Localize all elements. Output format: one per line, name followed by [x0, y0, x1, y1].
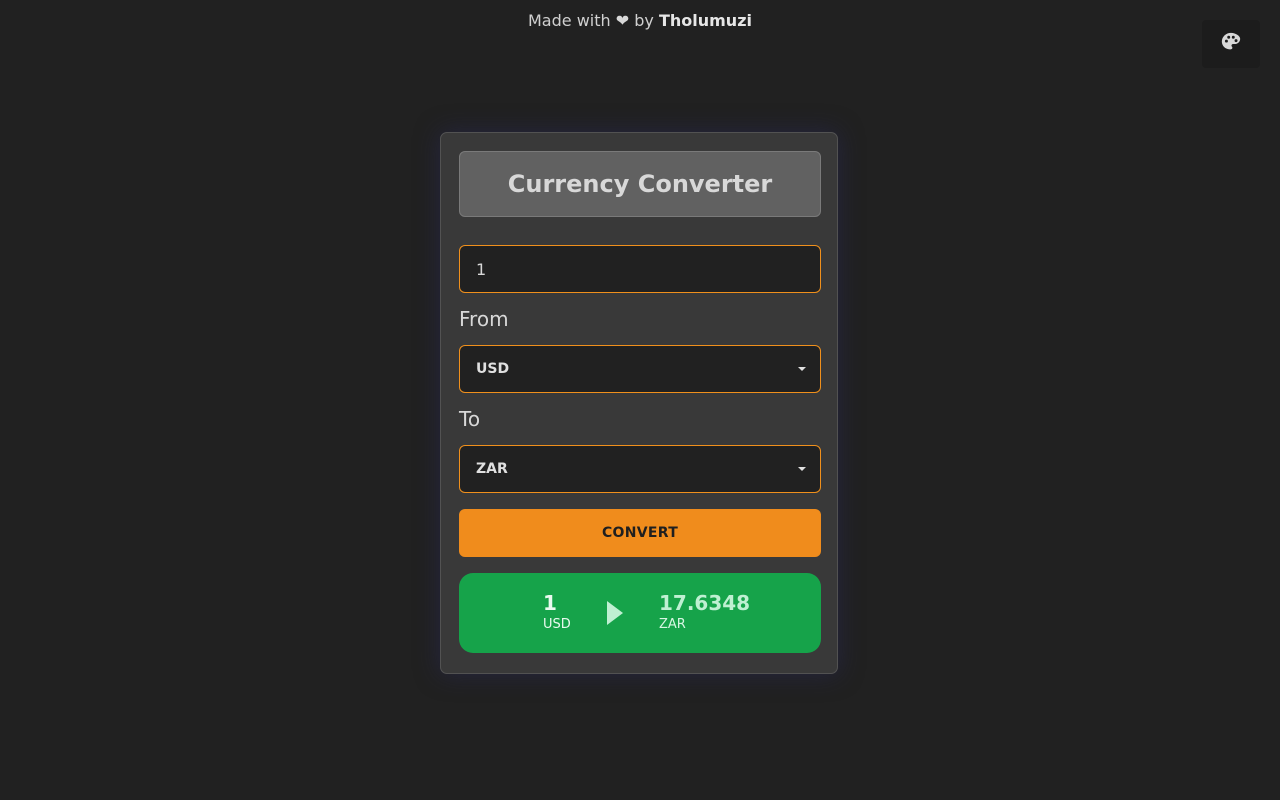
from-select-value: USD: [476, 361, 510, 377]
palette-icon: [1220, 31, 1242, 57]
convert-button[interactable]: CONVERT: [459, 509, 821, 557]
to-select[interactable]: ZAR: [459, 445, 821, 493]
credit-author: Tholumuzi: [658, 11, 752, 30]
amount-field[interactable]: [459, 245, 821, 293]
result-from-code: USD: [543, 617, 571, 632]
converter-title: Currency Converter: [459, 151, 821, 217]
heart-icon: ❤: [615, 11, 630, 30]
play-arrow-icon: [607, 601, 623, 625]
caret-down-icon: [798, 367, 806, 371]
conversion-result: 1 USD 17.6348 ZAR: [459, 573, 821, 653]
result-to-amount: 17.6348: [659, 591, 751, 615]
to-label: To: [459, 407, 481, 431]
from-label: From: [459, 307, 509, 331]
credit-by: by: [634, 11, 654, 30]
credit-line: Made with ❤ by Tholumuzi: [0, 11, 1280, 30]
from-select[interactable]: USD: [459, 345, 821, 393]
to-select-value: ZAR: [476, 461, 508, 477]
result-to-code: ZAR: [659, 617, 686, 632]
credit-prefix: Made with: [528, 11, 611, 30]
result-to: 17.6348 ZAR: [659, 591, 750, 633]
theme-toggle-button[interactable]: [1202, 20, 1260, 68]
amount-input[interactable]: [476, 259, 804, 279]
caret-down-icon: [798, 467, 806, 471]
result-from: 1 USD: [543, 591, 571, 633]
result-from-amount: 1: [543, 591, 557, 615]
converter-card: Currency Converter From USD To ZAR CONVE…: [440, 132, 838, 674]
